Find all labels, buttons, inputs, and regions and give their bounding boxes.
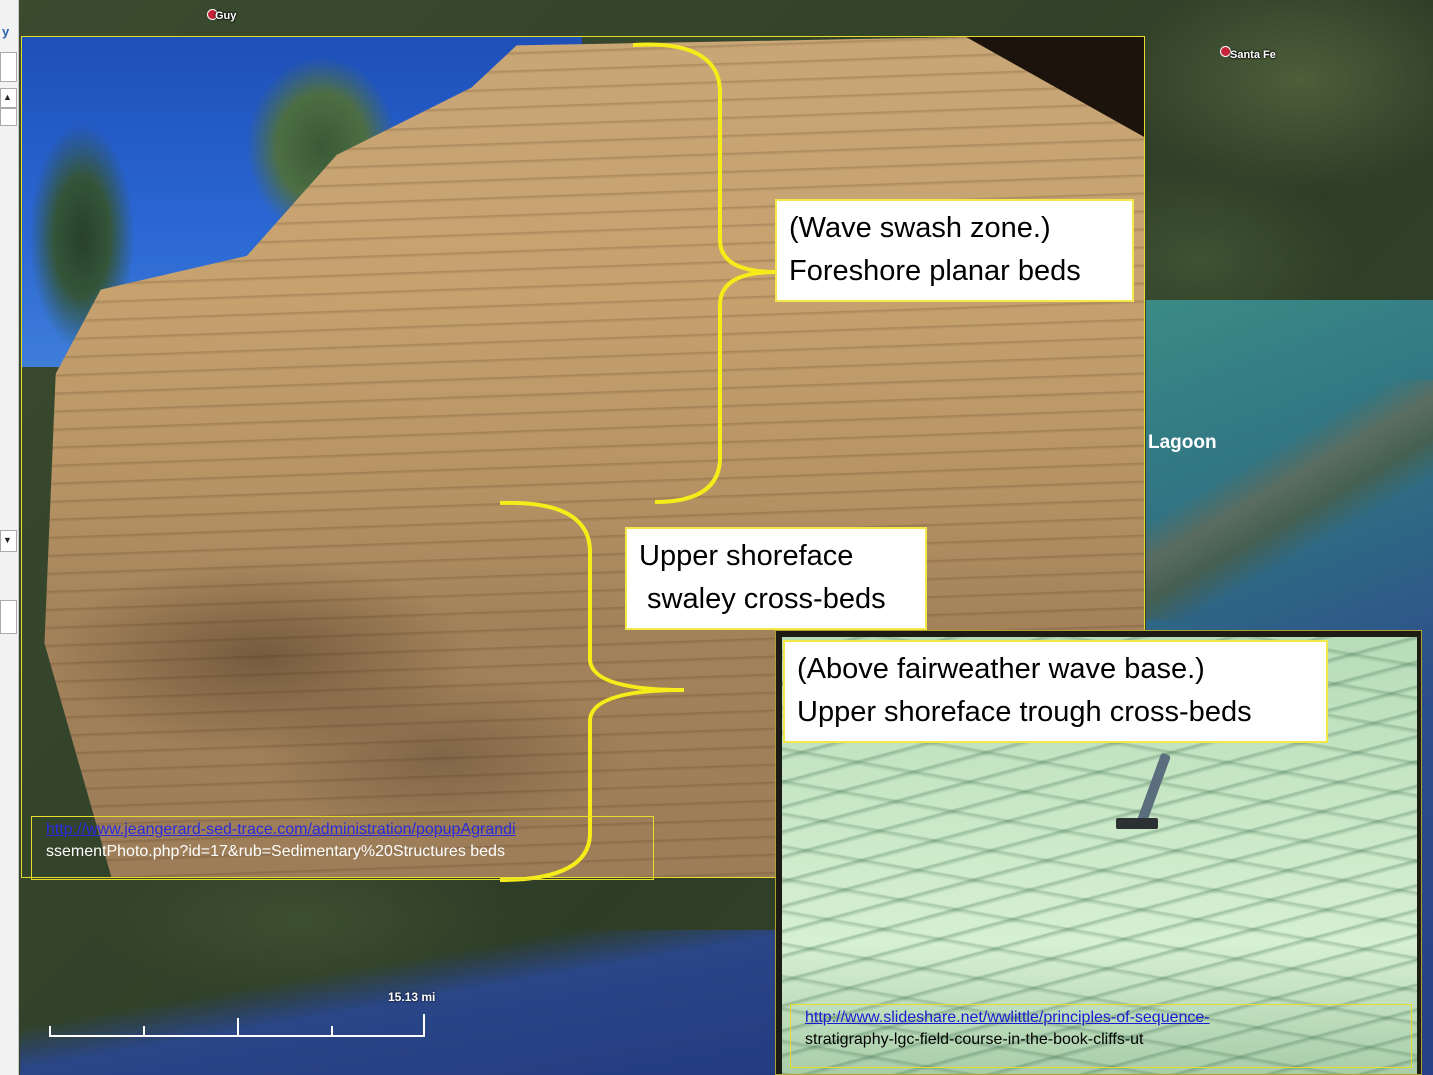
- side-panel-spinner[interactable]: ▲: [0, 88, 17, 108]
- scale-label: 15.13 mi: [388, 990, 436, 1004]
- side-panel-dropdown[interactable]: ▼: [0, 530, 17, 552]
- side-panel-field-3[interactable]: [0, 600, 17, 634]
- main-photo-source-rest: ssementPhoto.php?id=17&rub=Sedimentary%2…: [46, 843, 505, 860]
- inset-photo-source-link[interactable]: http://www.slideshare.net/wwlittle/princ…: [805, 1007, 1397, 1029]
- place-label-guy[interactable]: Guy: [215, 10, 236, 22]
- side-panel-letter: y: [2, 24, 10, 39]
- main-photo-citation: http://www.jeangerard-sed-trace.com/admi…: [31, 816, 654, 880]
- foreshore-callout: (Wave swash zone.) Foreshore planar beds: [775, 199, 1134, 302]
- barrier-island: [1146, 380, 1433, 620]
- scale-bar: [49, 1014, 425, 1037]
- chevron-down-icon: ▼: [3, 535, 12, 545]
- side-panel-field[interactable]: [0, 52, 17, 82]
- lagoon-label: Lagoon: [1148, 432, 1217, 453]
- hammer-icon: [1116, 818, 1158, 829]
- side-panel: y ▲ ▼: [0, 0, 19, 1075]
- place-label-santa-fe[interactable]: Santa Fe: [1230, 49, 1276, 61]
- inset-photo-source-rest: stratigraphy-lgc-field-course-in-the-boo…: [805, 1031, 1144, 1048]
- main-photo-source-link[interactable]: http://www.jeangerard-sed-trace.com/admi…: [46, 819, 639, 841]
- side-panel-field-2[interactable]: [0, 108, 17, 126]
- up-arrow-icon: ▲: [3, 92, 12, 102]
- swaley-callout: Upper shoreface swaley cross-beds: [625, 527, 927, 630]
- trough-callout: (Above fairweather wave base.) Upper sho…: [783, 640, 1328, 743]
- inset-photo-citation: http://www.slideshare.net/wwlittle/princ…: [790, 1004, 1412, 1068]
